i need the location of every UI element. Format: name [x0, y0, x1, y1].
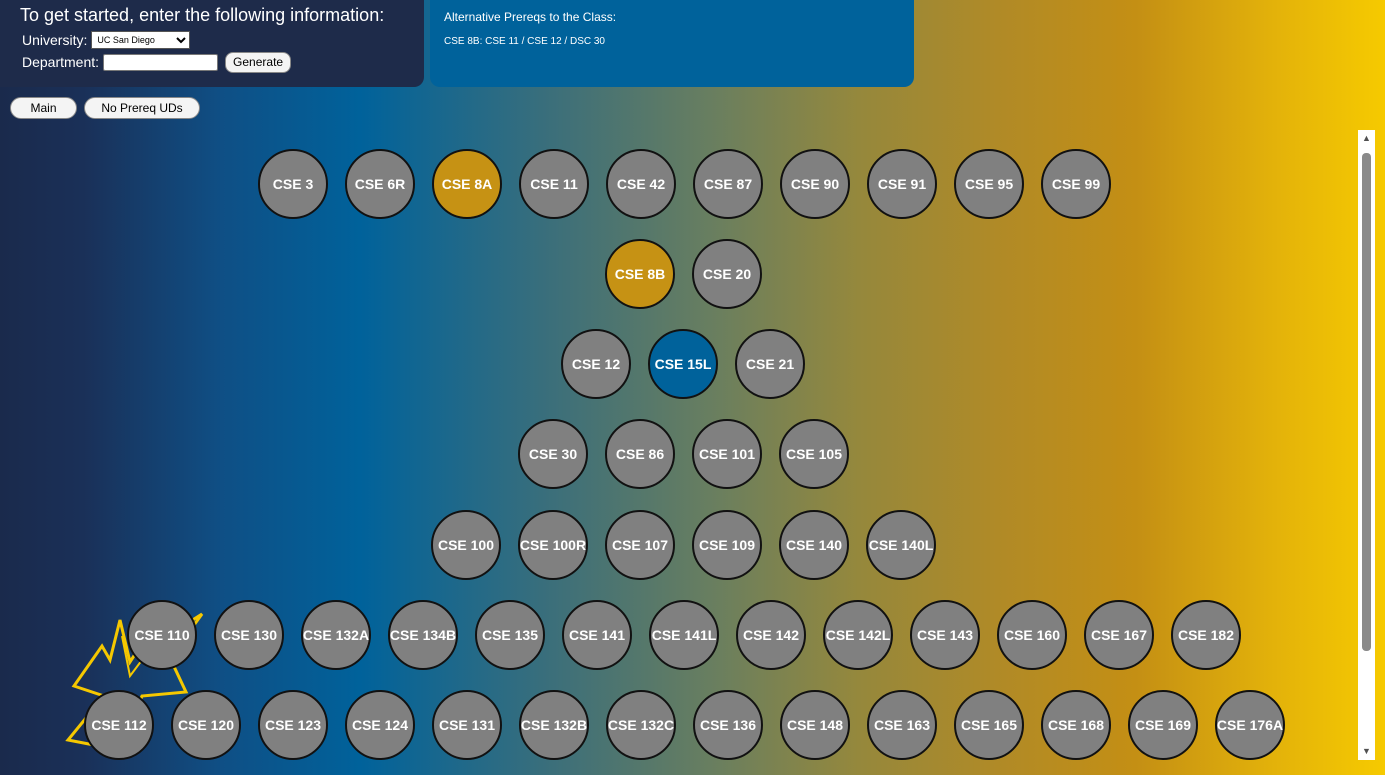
- course-node-cse-176a[interactable]: CSE 176A: [1215, 690, 1285, 760]
- form-title: To get started, enter the following info…: [20, 5, 385, 25]
- university-label: University:: [22, 32, 88, 48]
- course-node-cse-8b[interactable]: CSE 8B: [605, 239, 675, 309]
- course-node-cse-15l[interactable]: CSE 15L: [648, 329, 718, 399]
- course-node-cse-112[interactable]: CSE 112: [84, 690, 154, 760]
- course-node-cse-140[interactable]: CSE 140: [779, 510, 849, 580]
- tab-no-prereq-uds[interactable]: No Prereq UDs: [84, 97, 200, 119]
- course-node-cse-130[interactable]: CSE 130: [214, 600, 284, 670]
- course-node-cse-30[interactable]: CSE 30: [518, 419, 588, 489]
- course-node-cse-107[interactable]: CSE 107: [605, 510, 675, 580]
- course-node-cse-6r[interactable]: CSE 6R: [345, 149, 415, 219]
- course-node-cse-3[interactable]: CSE 3: [258, 149, 328, 219]
- course-node-cse-131[interactable]: CSE 131: [432, 690, 502, 760]
- course-node-cse-120[interactable]: CSE 120: [171, 690, 241, 760]
- course-node-cse-20[interactable]: CSE 20: [692, 239, 762, 309]
- course-node-cse-105[interactable]: CSE 105: [779, 419, 849, 489]
- course-node-cse-109[interactable]: CSE 109: [692, 510, 762, 580]
- alt-prereq-title: Alternative Prereqs to the Class:: [444, 10, 617, 24]
- course-node-cse-135[interactable]: CSE 135: [475, 600, 545, 670]
- department-input[interactable]: [103, 53, 219, 71]
- alt-prereq-panel: Alternative Prereqs to the Class: CSE 8B…: [430, 0, 914, 87]
- course-node-cse-163[interactable]: CSE 163: [867, 690, 937, 760]
- course-node-cse-86[interactable]: CSE 86: [605, 419, 675, 489]
- department-row: Department: Generate: [20, 51, 424, 73]
- course-node-cse-99[interactable]: CSE 99: [1041, 149, 1111, 219]
- course-node-cse-134b[interactable]: CSE 134B: [388, 600, 458, 670]
- course-node-cse-141[interactable]: CSE 141: [562, 600, 632, 670]
- university-row: University: UC San Diego: [20, 29, 424, 51]
- course-node-cse-132c[interactable]: CSE 132C: [606, 690, 676, 760]
- generate-button[interactable]: Generate: [225, 51, 292, 73]
- course-node-cse-42[interactable]: CSE 42: [606, 149, 676, 219]
- course-node-cse-142[interactable]: CSE 142: [736, 600, 806, 670]
- course-node-cse-160[interactable]: CSE 160: [997, 600, 1067, 670]
- course-node-cse-132b[interactable]: CSE 132B: [519, 690, 589, 760]
- course-node-cse-11[interactable]: CSE 11: [519, 149, 589, 219]
- course-node-cse-100r[interactable]: CSE 100R: [518, 510, 588, 580]
- alt-prereq-line: CSE 8B: CSE 11 / CSE 12 / DSC 30: [444, 36, 605, 47]
- course-node-cse-101[interactable]: CSE 101: [692, 419, 762, 489]
- course-node-cse-142l[interactable]: CSE 142L: [823, 600, 893, 670]
- course-node-cse-21[interactable]: CSE 21: [735, 329, 805, 399]
- vertical-scrollbar[interactable]: ▲ ▼: [1358, 130, 1375, 760]
- scroll-down-arrow-icon[interactable]: ▼: [1358, 743, 1375, 760]
- course-node-cse-140l[interactable]: CSE 140L: [866, 510, 936, 580]
- course-node-cse-141l[interactable]: CSE 141L: [649, 600, 719, 670]
- course-node-cse-100[interactable]: CSE 100: [431, 510, 501, 580]
- course-node-cse-136[interactable]: CSE 136: [693, 690, 763, 760]
- scroll-up-arrow-icon[interactable]: ▲: [1358, 130, 1375, 147]
- scroll-thumb[interactable]: [1362, 153, 1371, 651]
- course-node-cse-91[interactable]: CSE 91: [867, 149, 937, 219]
- department-label: Department:: [22, 54, 100, 70]
- course-node-cse-169[interactable]: CSE 169: [1128, 690, 1198, 760]
- course-node-cse-143[interactable]: CSE 143: [910, 600, 980, 670]
- start-form-panel: To get started, enter the following info…: [0, 0, 424, 87]
- course-node-cse-123[interactable]: CSE 123: [258, 690, 328, 760]
- course-node-cse-12[interactable]: CSE 12: [561, 329, 631, 399]
- course-node-cse-124[interactable]: CSE 124: [345, 690, 415, 760]
- course-node-cse-95[interactable]: CSE 95: [954, 149, 1024, 219]
- course-node-cse-148[interactable]: CSE 148: [780, 690, 850, 760]
- course-node-cse-167[interactable]: CSE 167: [1084, 600, 1154, 670]
- university-select[interactable]: UC San Diego: [91, 31, 191, 49]
- course-node-cse-165[interactable]: CSE 165: [954, 690, 1024, 760]
- course-node-cse-87[interactable]: CSE 87: [693, 149, 763, 219]
- course-node-cse-132a[interactable]: CSE 132A: [301, 600, 371, 670]
- course-node-cse-90[interactable]: CSE 90: [780, 149, 850, 219]
- course-node-cse-8a[interactable]: CSE 8A: [432, 149, 502, 219]
- course-node-cse-168[interactable]: CSE 168: [1041, 690, 1111, 760]
- course-node-cse-182[interactable]: CSE 182: [1171, 600, 1241, 670]
- tab-main[interactable]: Main: [10, 97, 77, 119]
- course-node-cse-110[interactable]: CSE 110: [127, 600, 197, 670]
